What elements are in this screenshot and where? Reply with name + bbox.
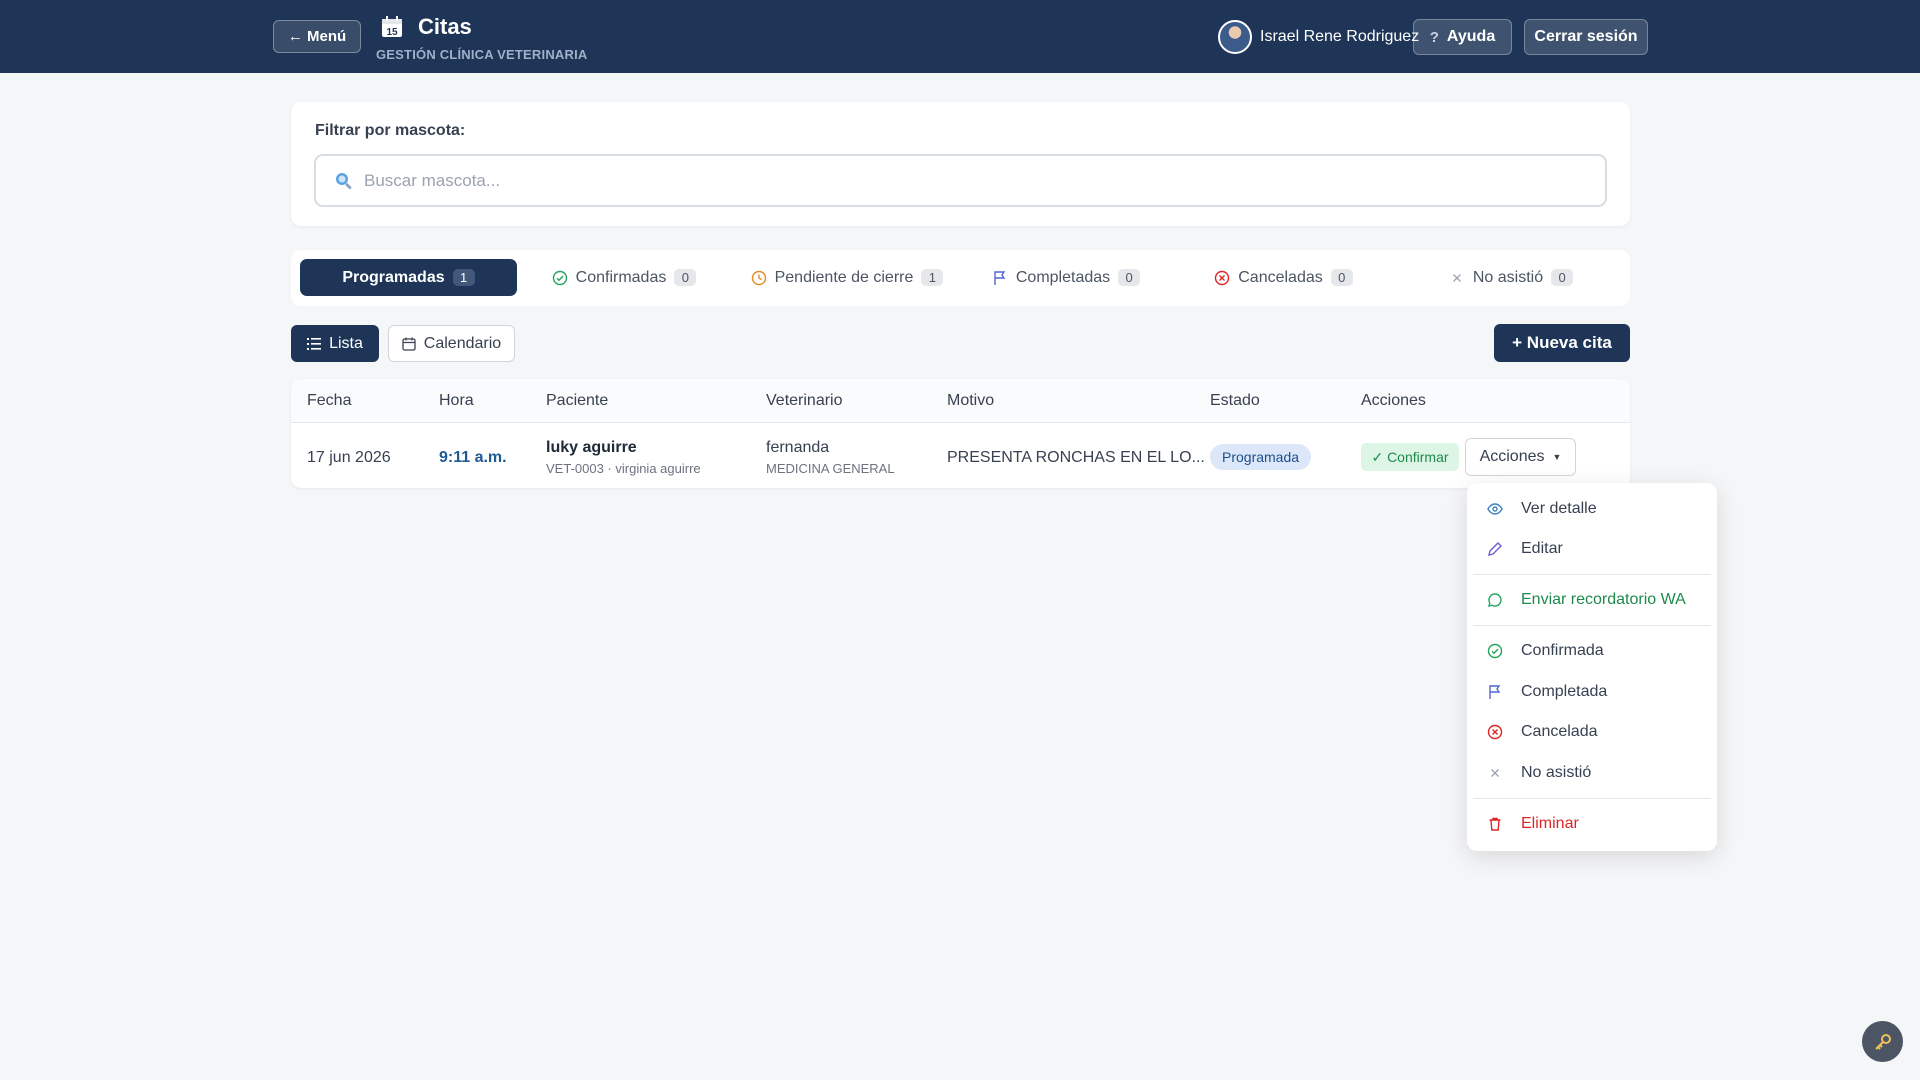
menu-divider bbox=[1473, 798, 1711, 799]
tab-label: Confirmadas bbox=[575, 268, 667, 286]
calendar-outline-icon bbox=[402, 337, 416, 351]
page-title: Citas bbox=[418, 14, 472, 39]
trash-icon bbox=[1489, 817, 1501, 831]
check-circle-icon bbox=[552, 270, 567, 285]
appointment-time: 9:11 a.m. bbox=[439, 449, 507, 466]
tab-count: 0 bbox=[1330, 269, 1353, 286]
appointment-reason: PRESENTA RONCHAS EN EL LO... bbox=[947, 449, 1205, 466]
column-header: Veterinario bbox=[766, 392, 843, 409]
x-icon bbox=[1452, 273, 1461, 282]
avatar[interactable] bbox=[1218, 20, 1252, 54]
menu-item-cancelada[interactable]: Cancelada bbox=[1467, 715, 1717, 749]
search-input[interactable] bbox=[364, 168, 1564, 194]
tab-label: Completadas bbox=[1015, 268, 1111, 286]
menu-item-label: Editar bbox=[1521, 540, 1563, 557]
patient-owner: VET-0003 · virginia aguirre bbox=[546, 461, 701, 476]
caret-down-icon: ▼ bbox=[1552, 452, 1562, 462]
menu-item-label: Confirmada bbox=[1521, 642, 1604, 659]
flag-icon bbox=[994, 270, 1006, 285]
column-header: Acciones bbox=[1361, 392, 1426, 409]
tab-completadas[interactable]: Completadas 0 bbox=[991, 259, 1141, 296]
column-header: Hora bbox=[439, 392, 474, 409]
tab-count: 1 bbox=[921, 269, 944, 286]
menu-item-no-asistio[interactable]: No asistió bbox=[1467, 756, 1717, 790]
question-icon: ? bbox=[1429, 28, 1439, 46]
new-appointment-button[interactable]: + Nueva cita bbox=[1494, 324, 1630, 362]
x-circle-icon bbox=[1215, 270, 1230, 285]
menu-divider bbox=[1473, 625, 1711, 626]
menu-item-eliminar[interactable]: Eliminar bbox=[1467, 807, 1717, 841]
menu-divider bbox=[1473, 574, 1711, 575]
tab-count: 0 bbox=[674, 269, 697, 286]
menu-item-completada[interactable]: Completada bbox=[1467, 675, 1717, 709]
filter-label: Filtrar por mascota: bbox=[315, 122, 466, 139]
user-name: Israel Rene Rodriguez bbox=[1260, 28, 1420, 45]
tab-label: No asistió bbox=[1472, 268, 1544, 286]
menu-button[interactable]: ← Menú bbox=[273, 20, 361, 53]
chat-bubble-icon bbox=[1488, 593, 1502, 607]
top-bar: ← Menú 15 Citas GESTIÓN CLÍNICA VETERINA… bbox=[0, 0, 1920, 73]
menu-item-label: No asistió bbox=[1521, 764, 1592, 781]
tab-pendiente-de-cierre[interactable]: Pendiente de cierre 1 bbox=[747, 259, 947, 296]
patient-name[interactable]: luky aguirre bbox=[546, 439, 637, 457]
menu-item-label: Eliminar bbox=[1521, 815, 1579, 832]
filter-card: Filtrar por mascota: bbox=[291, 102, 1630, 226]
svg-text:15: 15 bbox=[386, 27, 398, 38]
column-header: Motivo bbox=[947, 392, 995, 409]
key-glyph bbox=[1874, 1033, 1891, 1050]
menu-item-label: Enviar recordatorio WA bbox=[1521, 591, 1686, 608]
tab-canceladas[interactable]: Canceladas 0 bbox=[1211, 259, 1356, 296]
list-view-button[interactable]: Lista bbox=[291, 325, 379, 362]
logout-button[interactable]: Cerrar sesión bbox=[1524, 19, 1648, 55]
x-circle-icon bbox=[1487, 724, 1503, 740]
menu-item-ver-detalle[interactable]: Ver detalle bbox=[1467, 492, 1717, 526]
clock-icon bbox=[751, 270, 766, 285]
help-label: Ayuda bbox=[1446, 28, 1496, 45]
status-badge: Programada bbox=[1210, 444, 1312, 470]
tab-label: Pendiente de cierre bbox=[774, 268, 914, 286]
x-icon bbox=[1491, 769, 1499, 777]
list-icon bbox=[307, 337, 322, 350]
vet-name: fernanda bbox=[766, 439, 830, 456]
pencil-icon bbox=[1488, 542, 1502, 556]
search-icon bbox=[336, 173, 352, 190]
help-button[interactable]: ? Ayuda bbox=[1413, 19, 1512, 55]
menu-item-editar[interactable]: Editar bbox=[1467, 532, 1717, 566]
tab-label: Programadas bbox=[342, 268, 445, 286]
page-subtitle: GESTIÓN CLÍNICA VETERINARIA bbox=[376, 47, 588, 62]
tab-confirmadas[interactable]: Confirmadas 0 bbox=[549, 259, 699, 296]
tab-count: 0 bbox=[1118, 269, 1141, 286]
menu-item-label: Completada bbox=[1521, 683, 1608, 700]
appointments-table: Fecha Hora Paciente Veterinario Motivo E… bbox=[291, 379, 1630, 488]
calendar-icon: 15 bbox=[382, 16, 402, 38]
menu-item-label: Cancelada bbox=[1521, 723, 1598, 740]
actions-label: Acciones bbox=[1479, 448, 1545, 465]
tab-label: Canceladas bbox=[1238, 268, 1323, 286]
calendar-view-label: Calendario bbox=[423, 334, 502, 352]
tab-count: 0 bbox=[1551, 269, 1574, 286]
menu-item-label: Ver detalle bbox=[1521, 500, 1597, 517]
check-circle-icon bbox=[1487, 643, 1503, 659]
eye-icon bbox=[1487, 503, 1503, 515]
vet-specialty: MEDICINA GENERAL bbox=[766, 461, 895, 476]
status-tabs: Programadas 1 Confirmadas 0 Pendiente de… bbox=[291, 250, 1630, 306]
column-header: Paciente bbox=[546, 392, 609, 409]
column-header: Estado bbox=[1210, 392, 1260, 409]
menu-item-enviar-recordatorio[interactable]: Enviar recordatorio WA bbox=[1467, 583, 1717, 617]
tab-no-asistio[interactable]: No asistió 0 bbox=[1441, 259, 1581, 296]
tab-programadas[interactable]: Programadas 1 bbox=[300, 259, 517, 296]
key-icon[interactable] bbox=[1862, 1021, 1903, 1062]
column-header: Fecha bbox=[307, 392, 352, 409]
calendar-view-button[interactable]: Calendario bbox=[388, 325, 515, 362]
list-view-label: Lista bbox=[329, 334, 363, 352]
actions-dropdown-button[interactable]: Acciones ▼ bbox=[1465, 438, 1576, 476]
search-box[interactable] bbox=[314, 154, 1607, 207]
actions-menu: Ver detalle Editar Enviar recordatorio W… bbox=[1467, 483, 1717, 851]
flag-icon bbox=[1489, 685, 1501, 699]
menu-item-confirmada[interactable]: Confirmada bbox=[1467, 634, 1717, 668]
confirm-button[interactable]: ✓ Confirmar bbox=[1361, 443, 1459, 471]
table-header: Fecha Hora Paciente Veterinario Motivo E… bbox=[291, 379, 1630, 423]
appointment-date: 17 jun 2026 bbox=[307, 449, 391, 466]
tab-count: 1 bbox=[452, 269, 475, 286]
